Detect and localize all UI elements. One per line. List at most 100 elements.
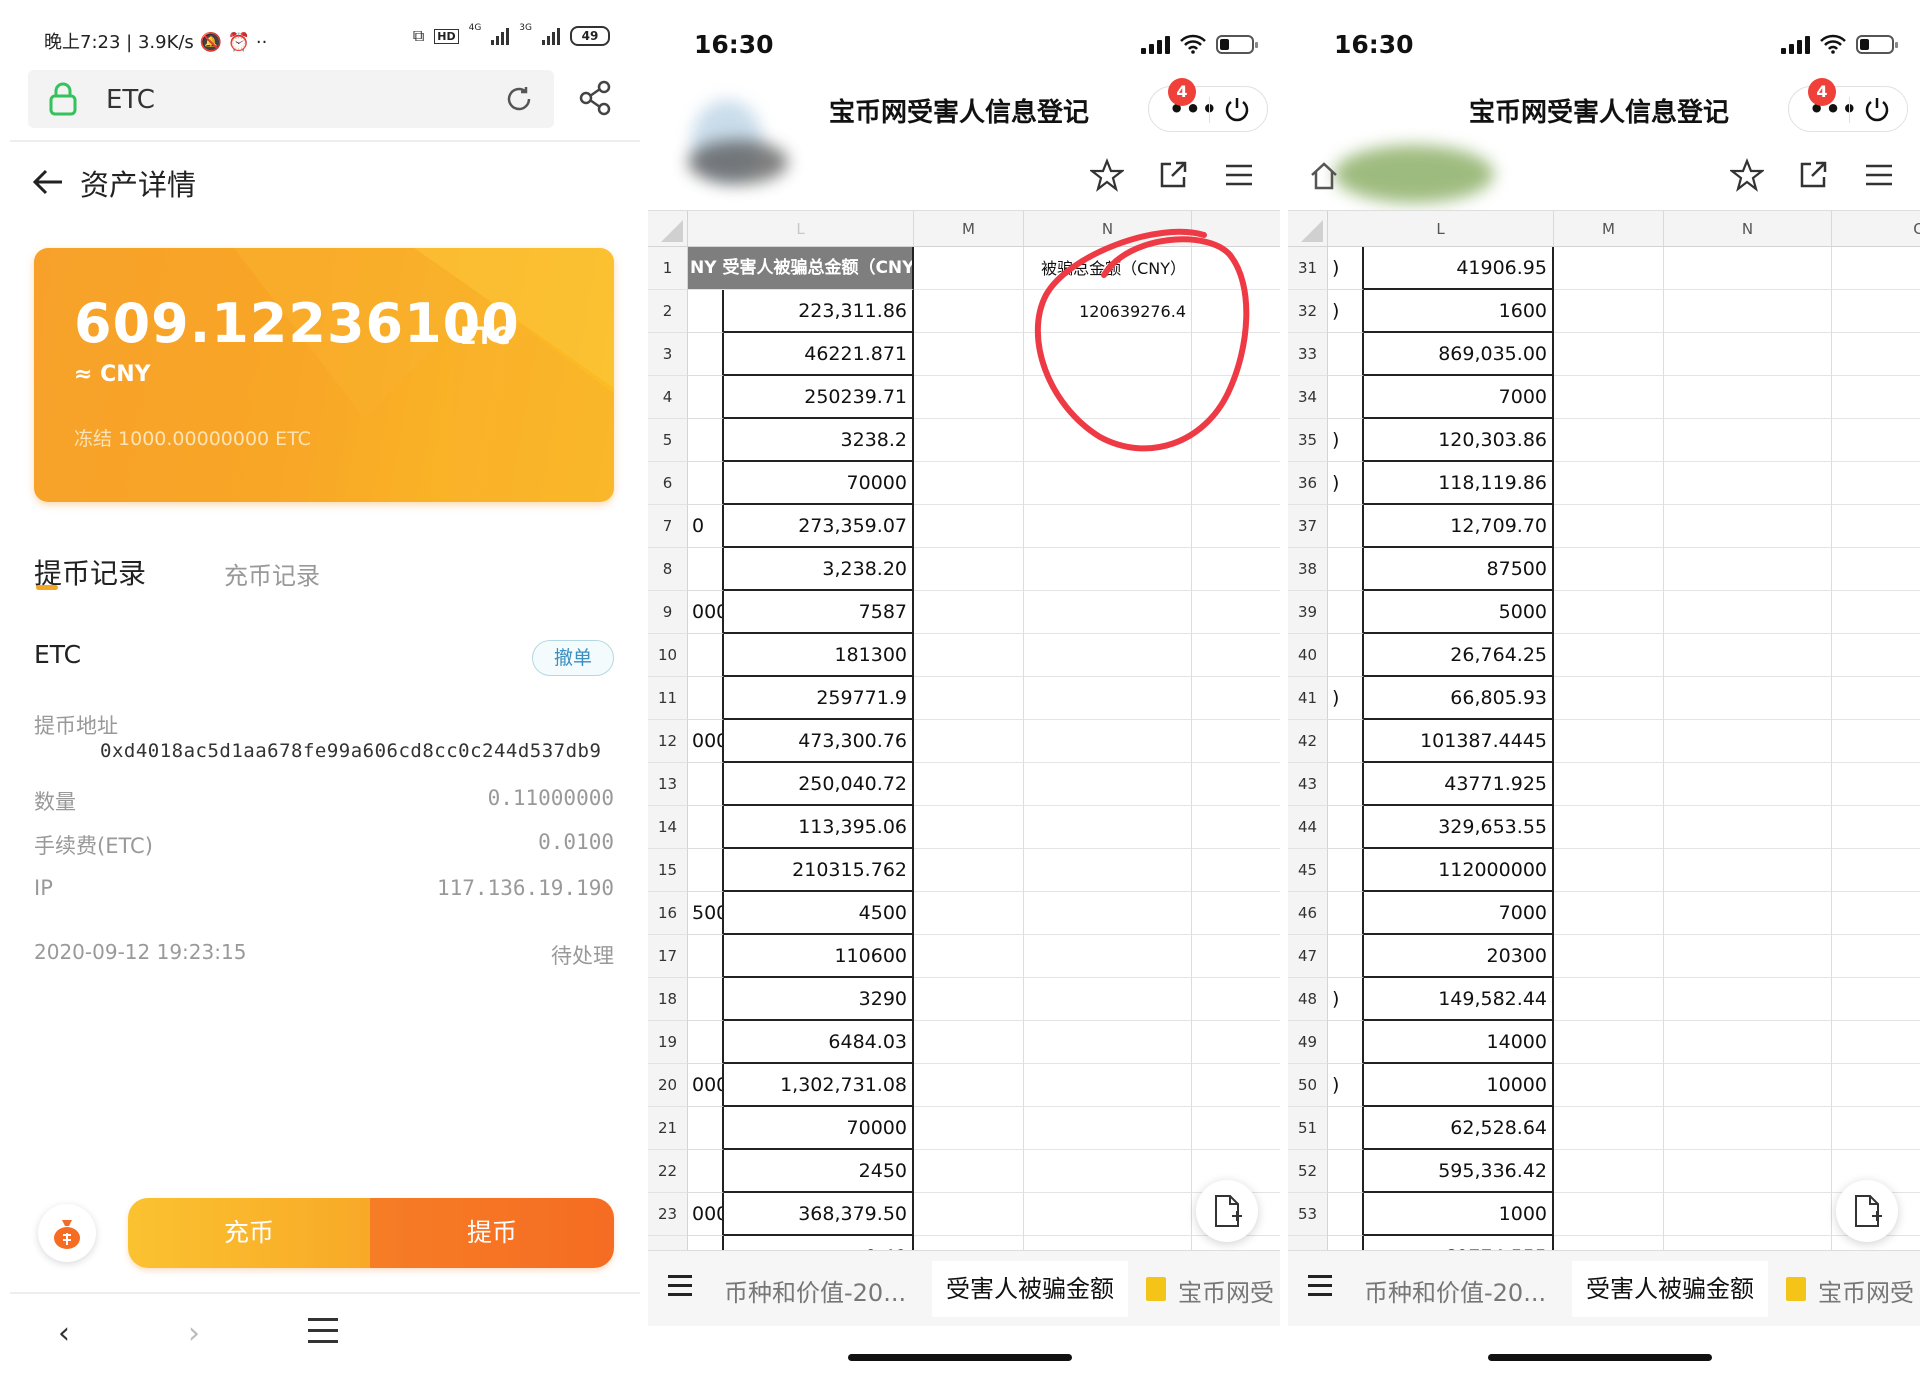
row-number[interactable]: 18 [648, 978, 688, 1021]
cell-k[interactable] [688, 1021, 724, 1064]
column-header-l[interactable]: L [1328, 211, 1554, 247]
cell-k[interactable] [1328, 634, 1364, 677]
cell-o[interactable] [1192, 935, 1280, 978]
cell-o[interactable] [1832, 462, 1920, 505]
cell-n[interactable] [1664, 677, 1832, 720]
row-number[interactable]: 35 [1288, 419, 1328, 462]
cell-o[interactable] [1192, 978, 1280, 1021]
cell-k[interactable] [1328, 505, 1364, 548]
cell-n[interactable] [1664, 247, 1832, 290]
cell-n[interactable] [1664, 290, 1832, 333]
row-number[interactable]: 32 [1288, 290, 1328, 333]
cell-o[interactable] [1832, 634, 1920, 677]
cell-n[interactable] [1664, 849, 1832, 892]
cell-o[interactable] [1192, 591, 1280, 634]
cell-k[interactable]: 000 [688, 720, 724, 763]
cell-m[interactable] [914, 1107, 1024, 1150]
cell-m[interactable] [914, 892, 1024, 935]
row-number[interactable]: 15 [648, 849, 688, 892]
cell-m[interactable] [914, 935, 1024, 978]
cell-k[interactable]: ) [1328, 419, 1364, 462]
cell-m[interactable] [914, 1236, 1024, 1250]
floating-doc-button[interactable] [1196, 1180, 1258, 1242]
cell-k[interactable] [1328, 333, 1364, 376]
cell-amount[interactable]: 1600 [1364, 290, 1554, 333]
row-number[interactable]: 11 [648, 677, 688, 720]
cell-k[interactable] [688, 763, 724, 806]
cell-amount[interactable]: 26,764.25 [1364, 634, 1554, 677]
column-header-m[interactable]: M [1554, 211, 1664, 247]
cell-k[interactable] [688, 462, 724, 505]
cell-amount[interactable]: 120,303.86 [1364, 419, 1554, 462]
column-header-o[interactable] [1192, 211, 1280, 247]
row-number[interactable]: 7 [648, 505, 688, 548]
cell-m[interactable] [914, 591, 1024, 634]
cell-amount[interactable]: 62,528.64 [1364, 1107, 1554, 1150]
cell-k[interactable] [1328, 935, 1364, 978]
cell-n[interactable] [1024, 505, 1192, 548]
cell-n[interactable] [1664, 1193, 1832, 1236]
cell-amount[interactable]: 3290 [724, 978, 914, 1021]
cell-o[interactable] [1192, 333, 1280, 376]
row-number[interactable]: 23 [648, 1193, 688, 1236]
cell-n[interactable] [1664, 505, 1832, 548]
floating-doc-button[interactable] [1836, 1180, 1898, 1242]
cell-k[interactable] [1328, 720, 1364, 763]
cell-o[interactable] [1832, 806, 1920, 849]
cell-o[interactable] [1192, 1064, 1280, 1107]
cell-m[interactable] [914, 548, 1024, 591]
cell-m[interactable] [1554, 290, 1664, 333]
cell-o[interactable] [1192, 376, 1280, 419]
cell-n[interactable] [1024, 1107, 1192, 1150]
cell-m[interactable] [914, 1064, 1024, 1107]
cell-n[interactable] [1024, 763, 1192, 806]
select-all-corner[interactable] [1288, 211, 1328, 247]
row-number[interactable]: 50 [1288, 1064, 1328, 1107]
cell-n[interactable] [1024, 548, 1192, 591]
cell-k[interactable]: 000 [688, 1193, 724, 1236]
menu-icon[interactable] [1222, 158, 1256, 192]
cell-n[interactable] [1024, 634, 1192, 677]
cell-o[interactable] [1192, 505, 1280, 548]
cell-amount[interactable]: 1,302,731.08 [724, 1064, 914, 1107]
sheet-list-icon[interactable] [668, 1275, 692, 1299]
cell-m[interactable] [1554, 978, 1664, 1021]
row-number[interactable]: 46 [1288, 892, 1328, 935]
tab-deposit-records[interactable]: 充币记录 [224, 556, 320, 591]
cell-o[interactable] [1832, 763, 1920, 806]
cell-m[interactable] [914, 290, 1024, 333]
cell-k[interactable] [1328, 376, 1364, 419]
cell-n[interactable] [1664, 892, 1832, 935]
cell-amount[interactable]: 101387.4445 [1364, 720, 1554, 763]
cell-o[interactable] [1832, 1064, 1920, 1107]
cell-m[interactable] [914, 462, 1024, 505]
row-number[interactable]: 22 [648, 1150, 688, 1193]
cell-m[interactable] [1554, 806, 1664, 849]
cell-k[interactable] [688, 806, 724, 849]
cell-amount[interactable]: 259771.9 [724, 677, 914, 720]
sheet-tab[interactable]: 币种和价值-20... [1364, 1273, 1546, 1308]
cell-n[interactable] [1024, 978, 1192, 1021]
row-number[interactable]: 3 [648, 333, 688, 376]
cell-m[interactable] [914, 763, 1024, 806]
cell-k[interactable]: 500 [688, 892, 724, 935]
cell-m[interactable] [1554, 1064, 1664, 1107]
cell-n[interactable] [1024, 1236, 1192, 1250]
cell-amount[interactable]: 869,035.00 [1364, 333, 1554, 376]
cell-n[interactable] [1664, 1236, 1832, 1250]
cell-amount[interactable]: 66,805.93 [1364, 677, 1554, 720]
cell-k[interactable]: ) [1328, 978, 1364, 1021]
cell-n[interactable] [1664, 1107, 1832, 1150]
cell-o[interactable] [1832, 247, 1920, 290]
cell-k[interactable]: ) [1328, 290, 1364, 333]
cell-amount[interactable]: 250,040.72 [724, 763, 914, 806]
cell-m[interactable] [1554, 763, 1664, 806]
cell-o[interactable] [1192, 849, 1280, 892]
menu-icon[interactable] [1862, 158, 1896, 192]
address-bar[interactable]: ETC [28, 70, 554, 128]
cell-o[interactable] [1832, 548, 1920, 591]
cell-n[interactable]: 被骗总金额（CNY） [1024, 247, 1192, 290]
row-number[interactable]: 16 [648, 892, 688, 935]
row-number[interactable]: 38 [1288, 548, 1328, 591]
cell-m[interactable] [1554, 462, 1664, 505]
